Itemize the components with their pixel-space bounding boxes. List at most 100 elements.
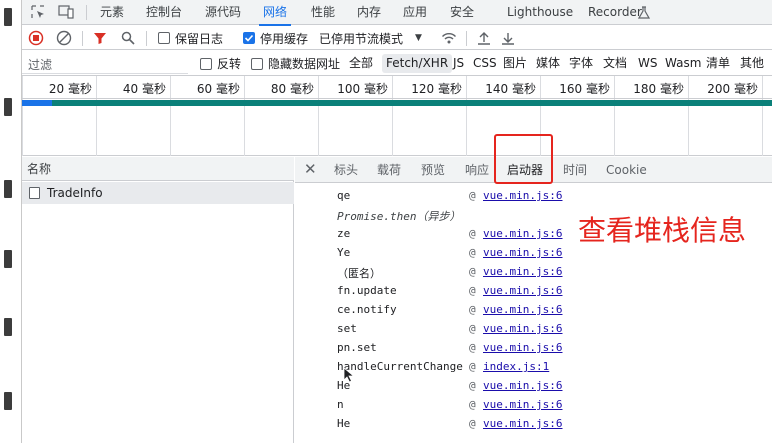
frame-source-link[interactable]: vue.min.js:6	[483, 379, 562, 392]
filter-type-all[interactable]: 全部	[349, 51, 373, 76]
filter-type-wasm[interactable]: Wasm	[665, 51, 701, 76]
filter-type-other[interactable]: 其他	[740, 51, 764, 76]
frame-function: qe	[337, 189, 351, 202]
network-toolbar: 保留日志 停用缓存 已停用节流模式 ▼	[22, 26, 772, 50]
tab-security[interactable]: 安全	[450, 0, 474, 25]
filter-type-css[interactable]: CSS	[473, 51, 497, 76]
frame-source-link[interactable]: vue.min.js:6	[483, 284, 562, 297]
frame-at: @	[469, 303, 476, 316]
invert-checkbox[interactable]: 反转	[200, 51, 241, 76]
hide-data-urls-checkbox[interactable]: 隐藏数据网址	[251, 51, 340, 76]
frame-at: @	[469, 246, 476, 259]
tab-headers[interactable]: 标头	[334, 157, 358, 183]
frame-source-link[interactable]: vue.min.js:6	[483, 417, 562, 430]
timeline-tick-label: 180 毫秒	[633, 82, 684, 96]
frame-function: n	[337, 398, 344, 411]
tab-payload[interactable]: 载荷	[377, 157, 401, 183]
tab-application[interactable]: 应用	[403, 0, 427, 25]
invert-label: 反转	[217, 57, 242, 71]
stack-frame: fn.update @ vue.min.js:6	[295, 281, 772, 300]
filter-icon[interactable]	[92, 30, 108, 46]
frame-source-link[interactable]: vue.min.js:6	[483, 265, 562, 278]
filter-type-img[interactable]: 图片	[503, 51, 527, 76]
highlight-box	[494, 134, 553, 184]
timeline-tick-label: 160 毫秒	[559, 82, 610, 96]
frame-function: Ye	[337, 246, 351, 259]
tab-performance[interactable]: 性能	[311, 0, 335, 25]
checkbox-checked-icon	[243, 32, 255, 44]
frame-source-link[interactable]: vue.min.js:6	[483, 398, 562, 411]
tab-preview[interactable]: 预览	[421, 157, 445, 183]
timeline-overview[interactable]: 20 毫秒 40 毫秒 60 毫秒 80 毫秒 100 毫秒 120 毫秒 14…	[22, 76, 772, 156]
export-har-icon[interactable]	[500, 30, 516, 46]
tab-cookies[interactable]: Cookie	[606, 157, 647, 183]
frame-function: handleCurrentChange	[337, 360, 463, 373]
tab-response[interactable]: 响应	[465, 157, 489, 183]
strip-mark	[4, 392, 12, 410]
name-column-header[interactable]: 名称	[22, 157, 294, 181]
filter-input-box[interactable]: 过滤	[22, 53, 188, 74]
filter-type-font[interactable]: 字体	[569, 51, 593, 76]
tab-memory[interactable]: 内存	[357, 0, 381, 25]
hide-data-urls-label: 隐藏数据网址	[268, 57, 341, 71]
filter-placeholder: 过滤	[28, 58, 53, 72]
devtools-tab-bar: 元素 控制台 源代码 网络 性能 内存 应用 安全 Lighthouse Rec…	[22, 0, 772, 26]
tab-network[interactable]: 网络	[258, 0, 292, 26]
filter-type-manifest[interactable]: 清单	[706, 51, 730, 76]
filter-type-js[interactable]: JS	[453, 51, 464, 76]
timeline-tick-label: 40 毫秒	[122, 82, 166, 96]
tab-recorder[interactable]: Recorder	[588, 0, 642, 25]
filter-type-fetch-xhr[interactable]: Fetch/XHR	[382, 54, 453, 73]
checkbox-icon	[200, 57, 212, 70]
tab-timing[interactable]: 时间	[563, 157, 587, 183]
frame-at: @	[469, 189, 476, 202]
frame-at: @	[469, 265, 476, 278]
select-element-icon[interactable]	[30, 4, 46, 20]
device-toolbar-icon[interactable]	[58, 4, 74, 20]
frame-function: set	[337, 322, 357, 335]
toolbar-separator	[146, 31, 147, 46]
stack-frame: handleCurrentChange @ index.js:1	[295, 357, 772, 376]
filter-type-media[interactable]: 媒体	[536, 51, 560, 76]
frame-source-link[interactable]: vue.min.js:6	[483, 227, 562, 240]
tab-lighthouse[interactable]: Lighthouse	[507, 0, 573, 25]
frame-source-link[interactable]: vue.min.js:6	[483, 303, 562, 316]
detail-tab-bar: ✕ 标头 载荷 预览 响应 启动器 时间 Cookie	[295, 134, 772, 184]
strip-mark	[4, 98, 12, 116]
request-detail-panel: ✕ 标头 载荷 预览 响应 启动器 时间 Cookie qe @ vue.min…	[295, 134, 772, 443]
frame-at: @	[469, 322, 476, 335]
import-har-icon[interactable]	[476, 30, 492, 46]
request-row[interactable]: TradeInfo	[22, 182, 294, 204]
frame-source-link[interactable]: vue.min.js:6	[483, 341, 562, 354]
strip-mark	[4, 180, 12, 198]
network-conditions-icon[interactable]	[441, 30, 457, 46]
frame-source-link[interactable]: vue.min.js:6	[483, 322, 562, 335]
stack-frame: set @ vue.min.js:6	[295, 319, 772, 338]
filter-bar: 过滤 反转 隐藏数据网址 全部 Fetch/XHR JS CSS 图片 媒体 字…	[22, 51, 772, 76]
search-icon[interactable]	[120, 30, 136, 46]
filter-type-ws[interactable]: WS	[638, 51, 657, 76]
timeline-waiting-bar	[22, 100, 52, 106]
timeline-tick-label: 60 毫秒	[196, 82, 240, 96]
stack-frame: n @ vue.min.js:6	[295, 395, 772, 414]
frame-source-link[interactable]: vue.min.js:6	[483, 189, 562, 202]
filter-type-doc[interactable]: 文档	[603, 51, 627, 76]
frame-function: fn.update	[337, 284, 397, 297]
disable-cache-label: 停用缓存	[260, 31, 309, 46]
disable-cache-checkbox[interactable]: 停用缓存	[243, 26, 308, 50]
stop-recording-button[interactable]	[28, 30, 44, 46]
preserve-log-checkbox[interactable]: 保留日志	[158, 26, 223, 50]
frame-source-link[interactable]: vue.min.js:6	[483, 246, 562, 259]
tab-console[interactable]: 控制台	[146, 0, 182, 25]
tab-sources[interactable]: 源代码	[205, 0, 241, 25]
close-icon[interactable]: ✕	[304, 160, 317, 178]
checkbox-icon	[158, 32, 170, 44]
throttling-select[interactable]: 已停用节流模式 ▼	[319, 26, 422, 50]
timeline-tick-label: 120 毫秒	[411, 82, 462, 96]
timeline-download-bar	[52, 100, 772, 106]
frame-source-link[interactable]: index.js:1	[483, 360, 549, 373]
tab-elements[interactable]: 元素	[100, 0, 124, 25]
request-list: 名称 TradeInfo	[22, 157, 294, 443]
frame-function: pn.set	[337, 341, 377, 354]
clear-button[interactable]	[56, 30, 72, 46]
